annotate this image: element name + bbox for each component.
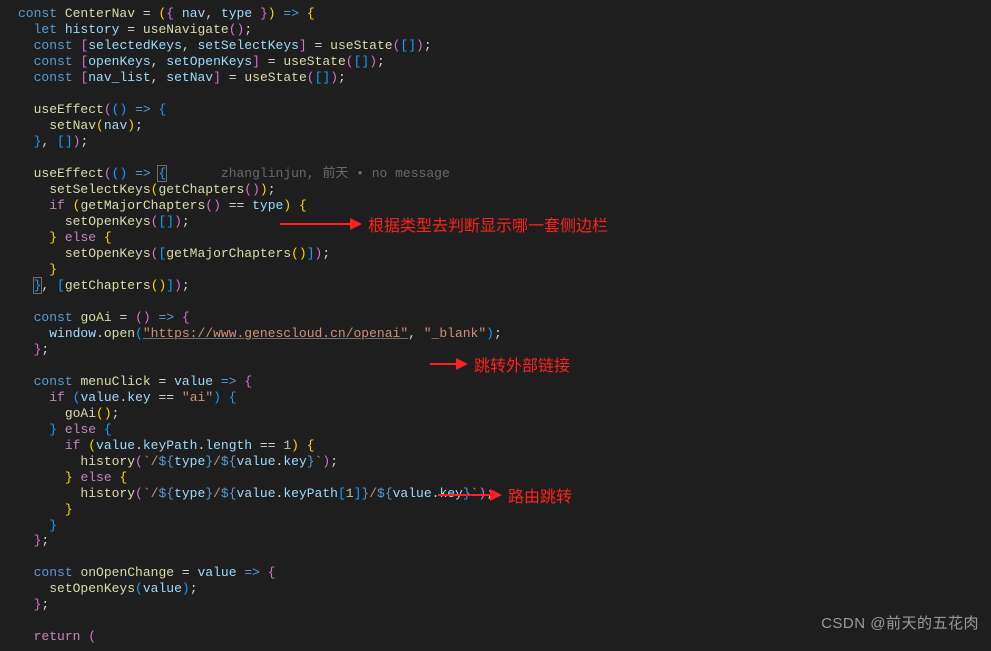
code-line: const onOpenChange = value => { — [18, 565, 991, 581]
code-line: } — [18, 502, 991, 518]
code-line: setNav(nav); — [18, 118, 991, 134]
code-line: if (getMajorChapters() == type) { — [18, 198, 991, 214]
code-line: } — [18, 518, 991, 534]
code-line — [18, 150, 991, 166]
code-editor[interactable]: const CenterNav = ({ nav, type }) => { l… — [0, 0, 991, 651]
code-line: }; — [18, 342, 991, 358]
code-line: }, []); — [18, 134, 991, 150]
code-line: const [openKeys, setOpenKeys] = useState… — [18, 54, 991, 70]
code-line: }; — [18, 533, 991, 549]
codelens-annotation: zhanglinjun, 前天 • no message — [221, 166, 450, 181]
code-line — [18, 613, 991, 629]
code-line: setOpenKeys([getMajorChapters()]); — [18, 246, 991, 262]
code-line — [18, 549, 991, 565]
code-line: setSelectKeys(getChapters()); — [18, 182, 991, 198]
code-line: }; — [18, 597, 991, 613]
code-line: }, [getChapters()]); — [18, 278, 991, 294]
code-line: history(`/${type}/${value.key}`); — [18, 454, 991, 470]
code-line: if (value.key == "ai") { — [18, 390, 991, 406]
code-line: const goAi = () => { — [18, 310, 991, 326]
code-line: let history = useNavigate(); — [18, 22, 991, 38]
code-line: const [selectedKeys, setSelectKeys] = us… — [18, 38, 991, 54]
code-line: const menuClick = value => { — [18, 374, 991, 390]
code-line: } else { — [18, 422, 991, 438]
code-line: const [nav_list, setNav] = useState([]); — [18, 70, 991, 86]
code-line: history(`/${type}/${value.keyPath[1]}/${… — [18, 486, 991, 502]
code-line — [18, 86, 991, 102]
code-line: setOpenKeys([]); — [18, 214, 991, 230]
code-line: window.open("https://www.genescloud.cn/o… — [18, 326, 991, 342]
code-line: } else { — [18, 230, 991, 246]
code-line: useEffect(() => { zhanglinjun, 前天 • no m… — [18, 166, 991, 182]
code-line: setOpenKeys(value); — [18, 581, 991, 597]
code-line: } — [18, 262, 991, 278]
code-line: goAi(); — [18, 406, 991, 422]
code-line — [18, 358, 991, 374]
code-line: useEffect(() => { — [18, 102, 991, 118]
code-line: if (value.keyPath.length == 1) { — [18, 438, 991, 454]
code-line — [18, 294, 991, 310]
code-line: } else { — [18, 470, 991, 486]
code-line: const CenterNav = ({ nav, type }) => { — [18, 6, 991, 22]
